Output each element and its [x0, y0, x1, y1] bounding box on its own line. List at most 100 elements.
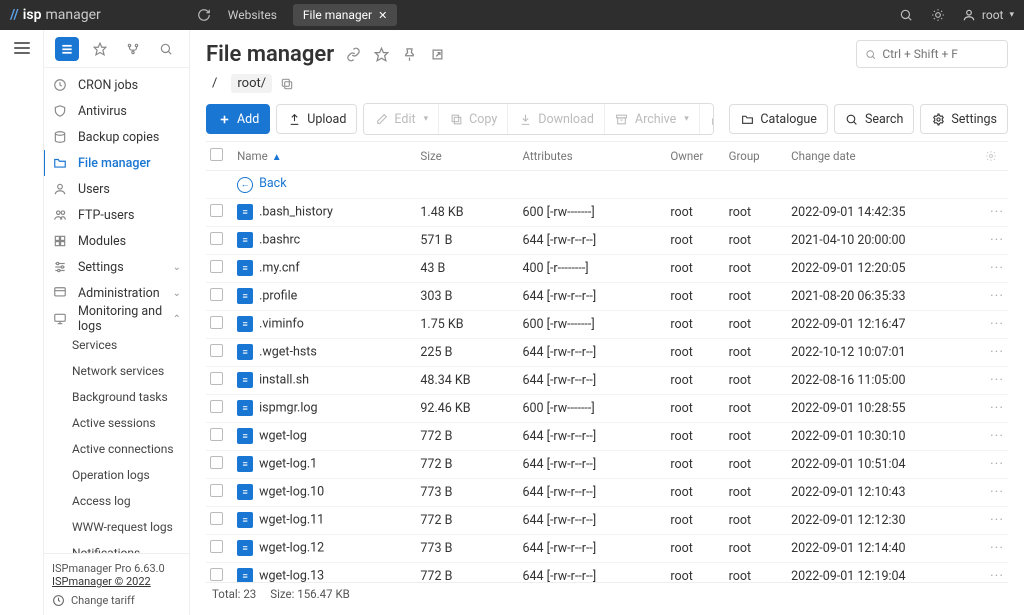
row-checkbox[interactable]: [210, 316, 223, 329]
row-checkbox[interactable]: [210, 484, 223, 497]
row-checkbox[interactable]: [210, 288, 223, 301]
table-row[interactable]: ≡.profile303 B644 [-rw-r--r--]rootroot20…: [206, 282, 1008, 310]
row-menu-icon[interactable]: ···: [990, 428, 1004, 444]
settings-button[interactable]: Settings: [920, 104, 1008, 134]
back-row[interactable]: ←Back: [206, 171, 1008, 199]
row-menu-icon[interactable]: ···: [990, 540, 1004, 556]
col-date[interactable]: Change date: [787, 142, 981, 171]
upload-button[interactable]: Upload: [276, 104, 357, 134]
row-checkbox[interactable]: [210, 428, 223, 441]
reload-icon[interactable]: [196, 7, 212, 23]
logo[interactable]: //ispmanager: [10, 7, 101, 23]
sidebar-tool-list[interactable]: [55, 37, 79, 61]
table-row[interactable]: ≡.bashrc571 B644 [-rw-r--r--]rootroot202…: [206, 226, 1008, 254]
sun-icon[interactable]: [930, 7, 946, 23]
copy-path-icon[interactable]: [280, 77, 294, 91]
access-button[interactable]: Access: [700, 104, 714, 134]
table-row[interactable]: ≡wget-log.1772 B644 [-rw-r--r--]rootroot…: [206, 450, 1008, 478]
row-menu-icon[interactable]: ···: [990, 400, 1004, 416]
catalogue-button[interactable]: Catalogue: [729, 104, 828, 134]
row-checkbox[interactable]: [210, 372, 223, 385]
row-menu-icon[interactable]: ···: [990, 568, 1004, 582]
row-menu-icon[interactable]: ···: [990, 512, 1004, 528]
sidebar-item-administration[interactable]: Administration⌄: [44, 280, 189, 306]
user-menu[interactable]: root ▾: [962, 8, 1014, 22]
row-checkbox[interactable]: [210, 512, 223, 525]
sidebar-tool-search[interactable]: [154, 37, 178, 61]
sidebar-item-file-manager[interactable]: File manager: [44, 150, 189, 176]
sidebar-item-settings[interactable]: Settings⌄: [44, 254, 189, 280]
sidebar-item-cron-jobs[interactable]: CRON jobs: [44, 72, 189, 98]
table-row[interactable]: ≡.viminfo1.75 KB600 [-rw-------]rootroot…: [206, 310, 1008, 338]
row-menu-icon[interactable]: ···: [990, 232, 1004, 248]
breadcrumb-path[interactable]: root/: [231, 74, 272, 93]
sidebar-item-notifications[interactable]: Notifications: [44, 540, 189, 553]
select-all-checkbox[interactable]: [210, 148, 223, 161]
copy-button[interactable]: Copy: [439, 104, 508, 134]
archive-button[interactable]: Archive▾: [605, 104, 700, 134]
table-row[interactable]: ≡wget-log.12773 B644 [-rw-r--r--]rootroo…: [206, 534, 1008, 562]
sidebar-item-backup-copies[interactable]: Backup copies: [44, 124, 189, 150]
col-group[interactable]: Group: [725, 142, 787, 171]
row-menu-icon[interactable]: ···: [990, 372, 1004, 388]
row-menu-icon[interactable]: ···: [990, 456, 1004, 472]
add-button[interactable]: Add: [206, 104, 270, 134]
row-menu-icon[interactable]: ···: [990, 288, 1004, 304]
row-checkbox[interactable]: [210, 400, 223, 413]
sidebar-item-operation-logs[interactable]: Operation logs: [44, 462, 189, 488]
col-attr[interactable]: Attributes: [518, 142, 666, 171]
table-row[interactable]: ≡wget-log772 B644 [-rw-r--r--]rootroot20…: [206, 422, 1008, 450]
table-row[interactable]: ≡wget-log.10773 B644 [-rw-r--r--]rootroo…: [206, 478, 1008, 506]
search-button[interactable]: Search: [834, 104, 914, 134]
sidebar-item-network-services[interactable]: Network services: [44, 358, 189, 384]
table-row[interactable]: ≡.wget-hsts225 B644 [-rw-r--r--]rootroot…: [206, 338, 1008, 366]
row-menu-icon[interactable]: ···: [990, 484, 1004, 500]
sidebar-item-active-sessions[interactable]: Active sessions: [44, 410, 189, 436]
search-box[interactable]: [856, 40, 1008, 68]
link-icon[interactable]: [344, 45, 362, 63]
window-icon[interactable]: [428, 45, 446, 63]
breadcrumb-root[interactable]: /: [206, 74, 223, 93]
sidebar-item-www-request-logs[interactable]: WWW-request logs: [44, 514, 189, 540]
row-checkbox[interactable]: [210, 540, 223, 553]
sidebar-item-users[interactable]: Users: [44, 176, 189, 202]
row-menu-icon[interactable]: ···: [990, 316, 1004, 332]
col-owner[interactable]: Owner: [666, 142, 724, 171]
sidebar-item-active-connections[interactable]: Active connections: [44, 436, 189, 462]
row-menu-icon[interactable]: ···: [990, 260, 1004, 276]
row-checkbox[interactable]: [210, 568, 223, 581]
sidebar-item-antivirus[interactable]: Antivirus: [44, 98, 189, 124]
table-row[interactable]: ≡.my.cnf43 B400 [-r--------]rootroot2022…: [206, 254, 1008, 282]
row-checkbox[interactable]: [210, 204, 223, 217]
sidebar-item-access-log[interactable]: Access log: [44, 488, 189, 514]
edit-button[interactable]: Edit▾: [364, 104, 439, 134]
tab-file-manager[interactable]: File manager✕: [293, 4, 397, 26]
row-checkbox[interactable]: [210, 456, 223, 469]
col-name[interactable]: Name▲: [233, 142, 416, 171]
pin-icon[interactable]: [400, 45, 418, 63]
table-row[interactable]: ≡wget-log.11772 B644 [-rw-r--r--]rootroo…: [206, 506, 1008, 534]
star-icon[interactable]: [372, 45, 390, 63]
row-menu-icon[interactable]: ···: [990, 344, 1004, 360]
gear-icon[interactable]: [985, 150, 1004, 162]
download-button[interactable]: Download: [508, 104, 605, 134]
row-checkbox[interactable]: [210, 260, 223, 273]
search-input[interactable]: [882, 47, 999, 61]
change-tariff-link[interactable]: Change tariff: [52, 594, 181, 607]
table-row[interactable]: ≡ispmgr.log92.46 KB600 [-rw-------]rootr…: [206, 394, 1008, 422]
sidebar-item-services[interactable]: Services: [44, 332, 189, 358]
col-size[interactable]: Size: [416, 142, 518, 171]
row-checkbox[interactable]: [210, 232, 223, 245]
table-row[interactable]: ≡.bash_history1.48 KB600 [-rw-------]roo…: [206, 198, 1008, 226]
sidebar-tool-star[interactable]: [88, 37, 112, 61]
sidebar-item-background-tasks[interactable]: Background tasks: [44, 384, 189, 410]
tab-websites[interactable]: Websites: [218, 4, 287, 26]
row-menu-icon[interactable]: ···: [990, 204, 1004, 220]
table-row[interactable]: ≡install.sh48.34 KB644 [-rw-r--r--]rootr…: [206, 366, 1008, 394]
sidebar-item-monitoring-and-logs[interactable]: Monitoring and logs⌃: [44, 306, 189, 332]
hamburger-icon[interactable]: [14, 42, 30, 615]
sidebar-tool-branch[interactable]: [121, 37, 145, 61]
copyright-link[interactable]: ISPmanager © 2022: [52, 575, 181, 588]
sidebar-item-ftp-users[interactable]: FTP-users: [44, 202, 189, 228]
row-checkbox[interactable]: [210, 344, 223, 357]
